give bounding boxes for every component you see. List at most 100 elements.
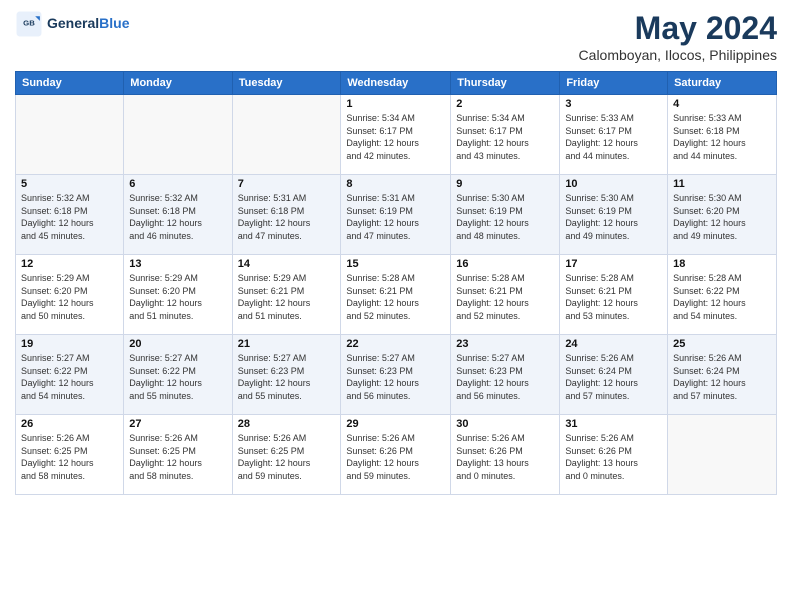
weekday-header: Monday bbox=[124, 72, 232, 95]
day-number: 27 bbox=[129, 418, 226, 430]
calendar-cell: 9 Sunrise: 5:30 AM Sunset: 6:19 PM Daylig… bbox=[451, 175, 560, 255]
calendar-cell: 29 Sunrise: 5:26 AM Sunset: 6:26 PM Dayli… bbox=[341, 415, 451, 495]
page: GB GeneralBlue May 2024 Calomboyan, Iloc… bbox=[0, 0, 792, 612]
month-title: May 2024 bbox=[579, 10, 777, 47]
calendar-cell: 11 Sunrise: 5:30 AM Sunset: 6:20 PM Dayli… bbox=[668, 175, 777, 255]
day-info: Sunrise: 5:28 AM Sunset: 6:21 PM Dayligh… bbox=[565, 272, 662, 322]
day-info: Sunrise: 5:27 AM Sunset: 6:23 PM Dayligh… bbox=[346, 352, 445, 402]
day-info: Sunrise: 5:26 AM Sunset: 6:26 PM Dayligh… bbox=[346, 432, 445, 482]
calendar-cell: 14Sunrise: 5:29 AM Sunset: 6:21 PM Dayli… bbox=[232, 255, 341, 335]
calendar-cell bbox=[16, 95, 124, 175]
day-info: Sunrise: 5:26 AM Sunset: 6:26 PM Dayligh… bbox=[456, 432, 554, 482]
day-number: 8 bbox=[346, 178, 445, 190]
calendar-table: SundayMondayTuesdayWednesdayThursdayFrid… bbox=[15, 71, 777, 495]
day-info: Sunrise: 5:26 AM Sunset: 6:26 PM Dayligh… bbox=[565, 432, 662, 482]
day-info: Sunrise: 5:34 AM Sunset: 6:17 PM Dayligh… bbox=[456, 112, 554, 162]
day-number: 4 bbox=[673, 98, 771, 110]
calendar-cell: 18 Sunrise: 5:28 AM Sunset: 6:22 PM Dayli… bbox=[668, 255, 777, 335]
day-number: 18 bbox=[673, 258, 771, 270]
day-number: 28 bbox=[238, 418, 336, 430]
day-number: 1 bbox=[346, 98, 445, 110]
logo: GB GeneralBlue bbox=[15, 10, 129, 38]
day-number: 19 bbox=[21, 338, 118, 350]
day-number: 29 bbox=[346, 418, 445, 430]
day-info: Sunrise: 5:28 AM Sunset: 6:21 PM Dayligh… bbox=[346, 272, 445, 322]
day-info: Sunrise: 5:26 AM Sunset: 6:25 PM Dayligh… bbox=[21, 432, 118, 482]
day-number: 3 bbox=[565, 98, 662, 110]
calendar-cell: 3 Sunrise: 5:33 AM Sunset: 6:17 PM Daylig… bbox=[560, 95, 668, 175]
day-number: 2 bbox=[456, 98, 554, 110]
day-info: Sunrise: 5:27 AM Sunset: 6:22 PM Dayligh… bbox=[21, 352, 118, 402]
calendar-cell: 27 Sunrise: 5:26 AM Sunset: 6:25 PM Dayli… bbox=[124, 415, 232, 495]
day-info: Sunrise: 5:28 AM Sunset: 6:22 PM Dayligh… bbox=[673, 272, 771, 322]
calendar-cell: 19 Sunrise: 5:27 AM Sunset: 6:22 PM Dayli… bbox=[16, 335, 124, 415]
calendar-cell: 26Sunrise: 5:26 AM Sunset: 6:25 PM Dayli… bbox=[16, 415, 124, 495]
calendar-cell: 1 Sunrise: 5:34 AM Sunset: 6:17 PM Daylig… bbox=[341, 95, 451, 175]
day-info: Sunrise: 5:26 AM Sunset: 6:24 PM Dayligh… bbox=[565, 352, 662, 402]
day-info: Sunrise: 5:29 AM Sunset: 6:20 PM Dayligh… bbox=[129, 272, 226, 322]
calendar-cell: 2 Sunrise: 5:34 AM Sunset: 6:17 PM Daylig… bbox=[451, 95, 560, 175]
day-number: 20 bbox=[129, 338, 226, 350]
calendar-header-row: SundayMondayTuesdayWednesdayThursdayFrid… bbox=[16, 72, 777, 95]
day-number: 5 bbox=[21, 178, 118, 190]
calendar-cell bbox=[668, 415, 777, 495]
day-info: Sunrise: 5:26 AM Sunset: 6:25 PM Dayligh… bbox=[238, 432, 336, 482]
calendar-cell: 30 Sunrise: 5:26 AM Sunset: 6:26 PM Dayli… bbox=[451, 415, 560, 495]
header-area: GB GeneralBlue May 2024 Calomboyan, Iloc… bbox=[15, 10, 777, 63]
day-number: 30 bbox=[456, 418, 554, 430]
day-info: Sunrise: 5:29 AM Sunset: 6:20 PM Dayligh… bbox=[21, 272, 118, 322]
day-info: Sunrise: 5:30 AM Sunset: 6:20 PM Dayligh… bbox=[673, 192, 771, 242]
day-number: 24 bbox=[565, 338, 662, 350]
calendar-cell: 7 Sunrise: 5:31 AM Sunset: 6:18 PM Daylig… bbox=[232, 175, 341, 255]
calendar-week-row: 12 Sunrise: 5:29 AM Sunset: 6:20 PM Dayli… bbox=[16, 255, 777, 335]
day-number: 22 bbox=[346, 338, 445, 350]
day-info: Sunrise: 5:30 AM Sunset: 6:19 PM Dayligh… bbox=[565, 192, 662, 242]
day-number: 15 bbox=[346, 258, 445, 270]
day-number: 9 bbox=[456, 178, 554, 190]
day-number: 12 bbox=[21, 258, 118, 270]
calendar-cell: 8 Sunrise: 5:31 AM Sunset: 6:19 PM Daylig… bbox=[341, 175, 451, 255]
calendar-cell: 23 Sunrise: 5:27 AM Sunset: 6:23 PM Dayli… bbox=[451, 335, 560, 415]
day-info: Sunrise: 5:34 AM Sunset: 6:17 PM Dayligh… bbox=[346, 112, 445, 162]
svg-text:GB: GB bbox=[23, 19, 35, 28]
weekday-header: Tuesday bbox=[232, 72, 341, 95]
day-number: 17 bbox=[565, 258, 662, 270]
weekday-header: Saturday bbox=[668, 72, 777, 95]
day-info: Sunrise: 5:32 AM Sunset: 6:18 PM Dayligh… bbox=[21, 192, 118, 242]
day-number: 16 bbox=[456, 258, 554, 270]
calendar-cell: 6Sunrise: 5:32 AM Sunset: 6:18 PM Daylig… bbox=[124, 175, 232, 255]
day-info: Sunrise: 5:33 AM Sunset: 6:18 PM Dayligh… bbox=[673, 112, 771, 162]
calendar-cell: 28 Sunrise: 5:26 AM Sunset: 6:25 PM Dayli… bbox=[232, 415, 341, 495]
day-info: Sunrise: 5:33 AM Sunset: 6:17 PM Dayligh… bbox=[565, 112, 662, 162]
weekday-header: Thursday bbox=[451, 72, 560, 95]
calendar-week-row: 1 Sunrise: 5:34 AM Sunset: 6:17 PM Daylig… bbox=[16, 95, 777, 175]
calendar-cell bbox=[232, 95, 341, 175]
day-info: Sunrise: 5:27 AM Sunset: 6:23 PM Dayligh… bbox=[456, 352, 554, 402]
calendar-cell: 16 Sunrise: 5:28 AM Sunset: 6:21 PM Dayli… bbox=[451, 255, 560, 335]
day-number: 7 bbox=[238, 178, 336, 190]
calendar-cell: 10 Sunrise: 5:30 AM Sunset: 6:19 PM Dayli… bbox=[560, 175, 668, 255]
day-info: Sunrise: 5:30 AM Sunset: 6:19 PM Dayligh… bbox=[456, 192, 554, 242]
day-info: Sunrise: 5:28 AM Sunset: 6:21 PM Dayligh… bbox=[456, 272, 554, 322]
day-info: Sunrise: 5:26 AM Sunset: 6:25 PM Dayligh… bbox=[129, 432, 226, 482]
weekday-header: Friday bbox=[560, 72, 668, 95]
day-number: 31 bbox=[565, 418, 662, 430]
day-number: 11 bbox=[673, 178, 771, 190]
location-subtitle: Calomboyan, Ilocos, Philippines bbox=[579, 47, 777, 63]
day-info: Sunrise: 5:26 AM Sunset: 6:24 PM Dayligh… bbox=[673, 352, 771, 402]
calendar-cell: 5 Sunrise: 5:32 AM Sunset: 6:18 PM Daylig… bbox=[16, 175, 124, 255]
day-info: Sunrise: 5:32 AM Sunset: 6:18 PM Dayligh… bbox=[129, 192, 226, 242]
day-info: Sunrise: 5:27 AM Sunset: 6:23 PM Dayligh… bbox=[238, 352, 336, 402]
weekday-header: Sunday bbox=[16, 72, 124, 95]
day-number: 25 bbox=[673, 338, 771, 350]
day-number: 10 bbox=[565, 178, 662, 190]
day-info: Sunrise: 5:29 AM Sunset: 6:21 PM Dayligh… bbox=[238, 272, 336, 322]
day-info: Sunrise: 5:31 AM Sunset: 6:18 PM Dayligh… bbox=[238, 192, 336, 242]
calendar-cell: 12 Sunrise: 5:29 AM Sunset: 6:20 PM Dayli… bbox=[16, 255, 124, 335]
day-info: Sunrise: 5:31 AM Sunset: 6:19 PM Dayligh… bbox=[346, 192, 445, 242]
weekday-header: Wednesday bbox=[341, 72, 451, 95]
calendar-cell: 24 Sunrise: 5:26 AM Sunset: 6:24 PM Dayli… bbox=[560, 335, 668, 415]
calendar-week-row: 5 Sunrise: 5:32 AM Sunset: 6:18 PM Daylig… bbox=[16, 175, 777, 255]
day-number: 23 bbox=[456, 338, 554, 350]
calendar-cell: 25 Sunrise: 5:26 AM Sunset: 6:24 PM Dayli… bbox=[668, 335, 777, 415]
